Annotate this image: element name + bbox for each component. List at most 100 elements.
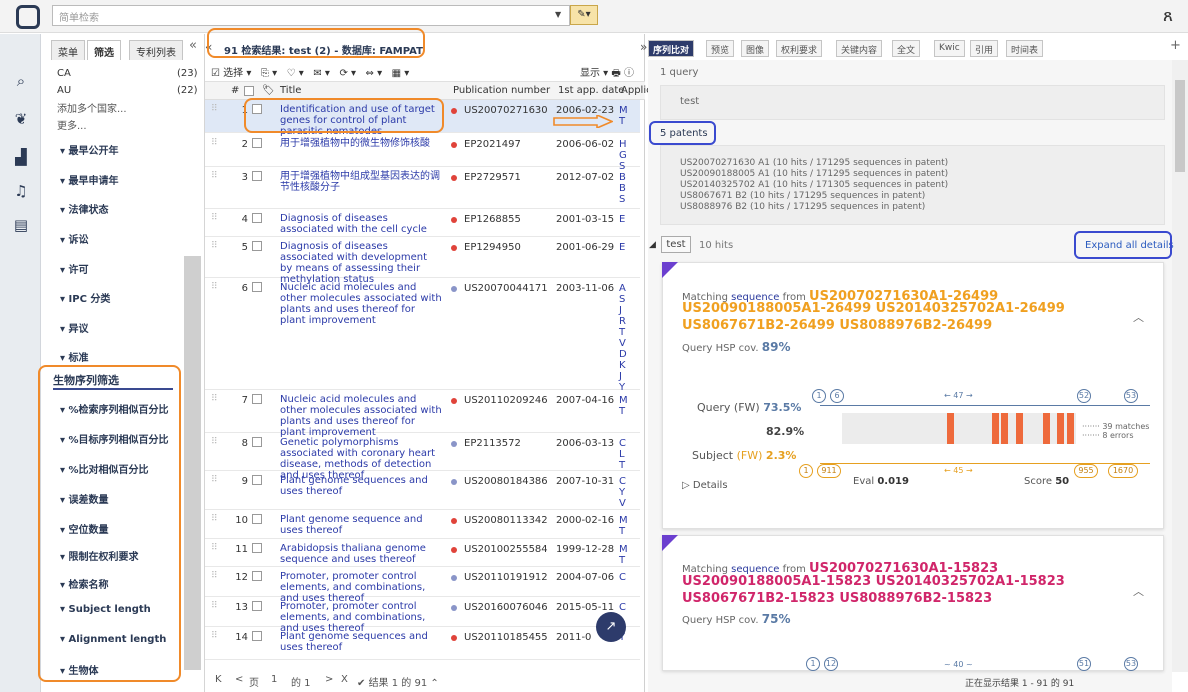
pen-tool-button[interactable]: ✎▾ bbox=[570, 5, 598, 25]
tab-patent-list[interactable]: 专利列表 bbox=[129, 40, 183, 60]
display-menu[interactable]: 显示 ▾ 🖶 ⓘ bbox=[580, 64, 634, 83]
add-tab-icon[interactable]: + bbox=[1170, 38, 1181, 53]
row-title-link[interactable]: Plant genome sequences and uses thereof bbox=[280, 475, 442, 497]
row-title-link[interactable]: Nucleic acid molecules and other molecul… bbox=[280, 282, 442, 326]
row-checkbox[interactable] bbox=[252, 241, 262, 251]
row-title-link[interactable]: Plant genome sequence and uses thereof bbox=[280, 514, 442, 536]
prev-page-button[interactable]: < bbox=[235, 674, 243, 685]
table-row[interactable]: ⠿ 6 Nucleic acid molecules and other molec… bbox=[205, 278, 640, 393]
collapse-card-icon[interactable]: ︿ bbox=[1133, 583, 1144, 599]
search-input[interactable]: 简单检索 bbox=[52, 5, 570, 26]
row-title-link[interactable]: Diagnosis of diseases associated with th… bbox=[280, 213, 442, 235]
row-checkbox[interactable] bbox=[252, 514, 262, 524]
tab-key-content[interactable]: 关键内容 bbox=[836, 40, 883, 57]
col-title[interactable]: Title bbox=[280, 85, 301, 96]
filter-group[interactable]: 法律状态 bbox=[60, 201, 109, 216]
filter-group[interactable]: 最早申请年 bbox=[60, 172, 119, 187]
scroll-thumb[interactable] bbox=[1175, 80, 1185, 172]
col-app[interactable]: Applic bbox=[621, 85, 652, 96]
row-checkbox[interactable] bbox=[252, 631, 262, 641]
first-page-button[interactable]: K bbox=[215, 674, 222, 685]
table-row[interactable]: ⠿ 11 Arabidopsis thaliana genome sequence … bbox=[205, 539, 640, 567]
tab-preview[interactable]: 预览 bbox=[706, 40, 735, 57]
table-row[interactable]: ⠿ 2 用于增强植物中的微生物修饰核酸 EP2021497 2006-06-02 H G … bbox=[205, 134, 640, 172]
table-row[interactable]: ⠿ 4 Diagnosis of diseases associated with … bbox=[205, 209, 640, 237]
tab-claims[interactable]: 权利要求 bbox=[776, 40, 823, 57]
row-title-link[interactable]: Plant genome sequences and uses thereof bbox=[280, 631, 442, 653]
app-logo-icon[interactable] bbox=[16, 5, 40, 29]
row-checkbox[interactable] bbox=[252, 138, 262, 148]
details-toggle[interactable]: ▷ Details bbox=[682, 480, 728, 491]
table-row[interactable]: ⠿ 14 Plant genome sequences and uses there… bbox=[205, 627, 640, 660]
table-row[interactable]: ⠿ 12 Promoter, promoter control elements, … bbox=[205, 567, 640, 604]
more-link[interactable]: 更多... bbox=[57, 117, 87, 132]
table-row[interactable]: ⠿ 7 Nucleic acid molecules and other molec… bbox=[205, 390, 640, 438]
bell-icon[interactable]: ♫ bbox=[11, 182, 31, 202]
table-row[interactable]: ⠿ 13 Promoter, promoter control elements, … bbox=[205, 597, 640, 634]
filter-group[interactable]: 异议 bbox=[60, 320, 89, 335]
search-history-icon[interactable]: ⌕ bbox=[11, 72, 31, 92]
drag-handle-icon[interactable]: ⠿ bbox=[211, 437, 218, 447]
row-checkbox[interactable] bbox=[252, 213, 262, 223]
tab-sequence-compare[interactable]: 序列比对 bbox=[648, 40, 695, 57]
drag-handle-icon[interactable]: ⠿ bbox=[211, 138, 218, 148]
collapse-card-icon[interactable]: ︿ bbox=[1133, 309, 1144, 325]
col-date[interactable]: 1st app. date bbox=[558, 85, 624, 96]
drag-handle-icon[interactable]: ⠿ bbox=[211, 631, 218, 641]
collapse-triangle-icon[interactable]: ◢ bbox=[649, 240, 656, 250]
row-checkbox[interactable] bbox=[252, 601, 262, 611]
row-title-link[interactable]: Arabidopsis thaliana genome sequence and… bbox=[280, 543, 442, 565]
select-all-checkbox[interactable] bbox=[244, 86, 254, 96]
expand-results-icon[interactable]: » bbox=[640, 40, 647, 54]
tab-timeline[interactable]: 时间表 bbox=[1006, 40, 1044, 57]
page-input[interactable]: 1 bbox=[271, 674, 277, 685]
analytics-fab-icon[interactable]: ↗ bbox=[596, 612, 626, 642]
drag-handle-icon[interactable]: ⠿ bbox=[211, 241, 218, 251]
row-title-link[interactable]: 用于增强植物中组成型基因表达的调节性核酸分子 bbox=[280, 171, 442, 193]
row-title-link[interactable]: 用于增强植物中的微生物修饰核酸 bbox=[280, 138, 442, 149]
filter-group[interactable]: 最早公开年 bbox=[60, 142, 119, 157]
drag-handle-icon[interactable]: ⠿ bbox=[211, 282, 218, 292]
select-menu[interactable]: ☑ 选择 ▾ ⎘ ▾ ♡ ▾ ✉ ▾ ⟳ ▾ ⇔ ▾ ▦ ▾ bbox=[211, 64, 409, 79]
drag-handle-icon[interactable]: ⠿ bbox=[211, 475, 218, 485]
table-row[interactable]: ⠿ 5 Diagnosis of diseases associated with … bbox=[205, 237, 640, 285]
drag-handle-icon[interactable]: ⠿ bbox=[211, 514, 218, 524]
row-checkbox[interactable] bbox=[252, 437, 262, 447]
row-checkbox[interactable] bbox=[252, 282, 262, 292]
last-page-button[interactable]: X bbox=[341, 674, 348, 685]
row-checkbox[interactable] bbox=[252, 171, 262, 181]
country-ca[interactable]: CA (23) bbox=[57, 68, 198, 79]
chart-icon[interactable]: ▟ bbox=[11, 148, 31, 168]
table-row[interactable]: ⠿ 10 Plant genome sequence and uses thereo… bbox=[205, 510, 640, 539]
row-checkbox[interactable] bbox=[252, 394, 262, 404]
col-pub[interactable]: Publication number bbox=[453, 85, 550, 96]
col-num[interactable]: # bbox=[231, 85, 239, 96]
tab-citations[interactable]: 引用 bbox=[970, 40, 999, 57]
row-checkbox[interactable] bbox=[252, 475, 262, 485]
user-icon[interactable]: ጸ bbox=[1163, 6, 1173, 26]
tab-images[interactable]: 图像 bbox=[741, 40, 770, 57]
next-page-button[interactable]: > bbox=[325, 674, 333, 685]
drag-handle-icon[interactable]: ⠿ bbox=[211, 543, 218, 553]
table-row[interactable]: ⠿ 9 Plant genome sequences and uses thereo… bbox=[205, 471, 640, 510]
add-country-link[interactable]: 添加多个国家... bbox=[57, 100, 127, 115]
country-au[interactable]: AU (22) bbox=[57, 85, 198, 96]
drag-handle-icon[interactable]: ⠿ bbox=[211, 601, 218, 611]
drag-handle-icon[interactable]: ⠿ bbox=[211, 104, 218, 114]
drag-handle-icon[interactable]: ⠿ bbox=[211, 394, 218, 404]
tab-menu[interactable]: 菜单 bbox=[51, 40, 85, 60]
table-row[interactable]: ⠿ 8 Genetic polymorphisms associated with … bbox=[205, 433, 640, 481]
filter-group[interactable]: 许可 bbox=[60, 261, 89, 276]
drag-handle-icon[interactable]: ⠿ bbox=[211, 213, 218, 223]
drag-handle-icon[interactable]: ⠿ bbox=[211, 171, 218, 181]
document-icon[interactable]: ▤ bbox=[11, 216, 31, 236]
collapse-filter-icon[interactable]: « bbox=[189, 38, 197, 53]
tab-full-text[interactable]: 全文 bbox=[892, 40, 921, 57]
leaf-icon[interactable]: ❦ bbox=[11, 110, 31, 130]
filter-group[interactable]: IPC 分类 bbox=[60, 290, 111, 305]
row-checkbox[interactable] bbox=[252, 543, 262, 553]
row-title-link[interactable]: Nucleic acid molecules and other molecul… bbox=[280, 394, 442, 438]
filter-group[interactable]: 诉讼 bbox=[60, 231, 89, 246]
tab-kwic[interactable]: Kwic bbox=[934, 40, 965, 57]
filter-scrollbar[interactable] bbox=[184, 256, 201, 670]
